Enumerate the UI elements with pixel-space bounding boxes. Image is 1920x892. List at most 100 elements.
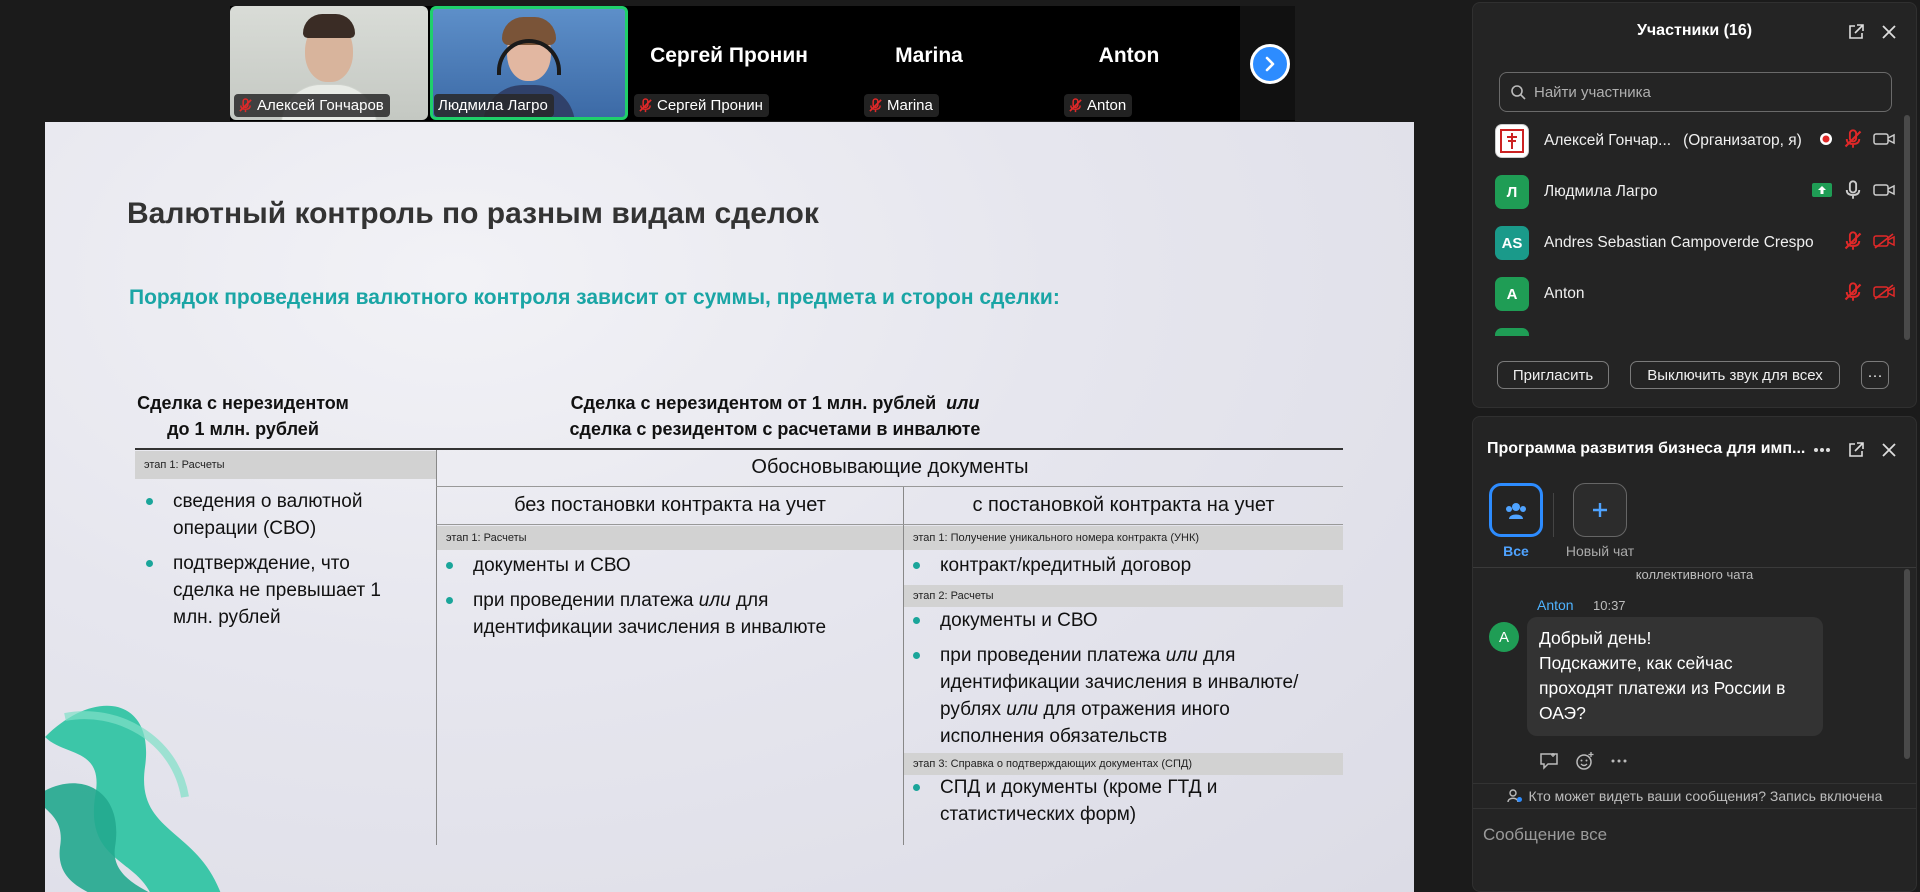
docs-title: Обосновывающие документы	[751, 456, 1029, 478]
tile-label: Anton	[1064, 94, 1133, 117]
stage-band: этап 3: Справка о подтверждающих докумен…	[904, 753, 1343, 775]
message-time: 10:37	[1593, 598, 1626, 613]
camera-icon[interactable]	[1873, 181, 1895, 199]
close-button[interactable]	[1878, 21, 1900, 43]
bullet-italic: или	[698, 590, 731, 611]
stage-band: этап 1: Расчеты	[437, 526, 903, 550]
group-icon	[1506, 503, 1526, 519]
avatar: A	[1489, 622, 1519, 652]
tile-display-name: Anton	[1098, 44, 1160, 67]
participants-scrollbar[interactable]	[1904, 115, 1910, 340]
video-tile-2[interactable]: Людмила Лагро	[430, 6, 628, 120]
mic-muted-icon[interactable]	[1843, 129, 1863, 149]
chat-system-message: коллективного чата	[1635, 567, 1754, 582]
mute-all-button[interactable]: Выключить звук для всех	[1630, 361, 1840, 389]
participant-name: Andres Sebastian Campoverde Crespo	[1544, 234, 1814, 251]
mic-muted-icon	[239, 98, 252, 113]
participant-controls	[1843, 282, 1895, 302]
right-header-line2: сделка с резидентом с расчетами в инвалю…	[569, 419, 981, 439]
mic-icon[interactable]	[1843, 180, 1863, 200]
tile-label: Людмила Лагро	[434, 94, 554, 117]
stage-band: этап 1: Расчеты	[135, 451, 436, 479]
tile-label: Алексей Гончаров	[234, 94, 390, 117]
reply-icon[interactable]	[1539, 752, 1559, 770]
chat-close-button[interactable]	[1878, 439, 1900, 461]
chat-channel-new[interactable]: Новый чат	[1565, 483, 1635, 559]
chat-scrollbar[interactable]	[1904, 569, 1910, 759]
recording-icon	[1820, 133, 1832, 145]
more-icon	[1814, 448, 1830, 452]
mid-bullet-list: документы и СВО при проведении платежа и…	[443, 552, 883, 649]
right-column-title: с постановкой контракта на учет	[972, 494, 1275, 516]
video-tile-3[interactable]: Сергей Пронин Сергей Пронин	[630, 6, 828, 120]
right-stage3-list: СПД и документы (кроме ГТД и статистичес…	[910, 774, 1330, 836]
meeting-stage: Алексей Гончаров Людмила Лагро Сергей Пр…	[0, 0, 1470, 892]
decorative-ribbon-graphic	[45, 705, 221, 892]
participant-controls	[1843, 231, 1895, 251]
chat-visibility-notice[interactable]: Кто может видеть ваши сообщения? Запись …	[1473, 783, 1916, 809]
avatar	[1495, 124, 1529, 158]
right-header-italic: или	[946, 393, 980, 413]
table-rule	[436, 486, 1343, 487]
invite-button[interactable]: Пригласить	[1497, 361, 1609, 389]
participants-pane: Участники (16) Алексей Гончар... (Органи…	[1472, 2, 1917, 408]
chat-popout-button[interactable]	[1845, 439, 1867, 461]
participant-search[interactable]	[1499, 72, 1892, 112]
emoji-reaction-icon[interactable]	[1575, 751, 1595, 771]
gallery-next-button[interactable]	[1250, 44, 1290, 84]
video-tile-4[interactable]: Marina Marina	[830, 6, 1028, 120]
message-line: Добрый день!	[1539, 628, 1652, 648]
avatar: Л	[1495, 175, 1529, 209]
avatar: AS	[1495, 226, 1529, 260]
mic-muted-icon	[1069, 98, 1082, 113]
participant-row[interactable]: Алексей Гончар... (Организатор, я)	[1495, 121, 1895, 161]
participant-row[interactable]: Л Людмила Лагро	[1495, 172, 1895, 212]
more-options-button[interactable]: ···	[1861, 361, 1889, 389]
participant-row[interactable]: A Anton	[1495, 274, 1895, 314]
popout-button[interactable]	[1845, 21, 1867, 43]
screen-share-icon	[1812, 183, 1832, 197]
right-header-line1: Сделка с нерезидентом от 1 млн. рублей	[570, 393, 937, 413]
participant-name: Людмила Лагро	[1544, 183, 1658, 200]
chat-channel-all[interactable]: Все	[1481, 483, 1551, 559]
stage-band: этап 2: Расчеты	[904, 585, 1343, 607]
channel-label: Все	[1503, 543, 1529, 559]
slide-subtitle: Порядок проведения валютного контроля за…	[129, 286, 1060, 309]
chat-notice-text: Кто может видеть ваши сообщения? Запись …	[1528, 788, 1883, 804]
video-tile-1[interactable]: Алексей Гончаров	[230, 6, 428, 120]
channel-button[interactable]	[1489, 483, 1543, 537]
right-header-line1-wrap: Сделка с нерезидентом от 1 млн. рублей и…	[525, 390, 1025, 416]
mic-muted-icon[interactable]	[1843, 282, 1863, 302]
channel-button[interactable]	[1573, 483, 1627, 537]
stage-band: этап 1: Получение уникального номера кон…	[904, 526, 1343, 550]
camera-off-icon[interactable]	[1873, 232, 1895, 250]
video-gallery: Алексей Гончаров Людмила Лагро Сергей Пр…	[230, 6, 1295, 121]
video-tile-5[interactable]: Anton Anton	[1030, 6, 1228, 120]
message-actions	[1539, 751, 1627, 771]
side-panel: Участники (16) Алексей Гончар... (Органи…	[1470, 0, 1920, 892]
more-icon[interactable]	[1611, 758, 1627, 764]
participant-row-partial	[1495, 328, 1529, 336]
mic-muted-icon[interactable]	[1843, 231, 1863, 251]
tile-label: Сергей Пронин	[634, 94, 769, 117]
mid-column-title: без постановки контракта на учет	[514, 494, 826, 516]
bullet-italic: или	[1165, 645, 1198, 666]
chat-more-button[interactable]	[1811, 439, 1833, 461]
tile-name: Marina	[887, 97, 933, 114]
table-top-rule	[135, 448, 1343, 450]
bullet-italic: или	[1006, 699, 1039, 720]
camera-icon[interactable]	[1873, 130, 1895, 148]
camera-off-icon[interactable]	[1873, 283, 1895, 301]
bullet-item: подтверждение, что сделка не превышает 1…	[143, 550, 408, 631]
chat-pane: Программа развития бизнеса для имп... Вс…	[1472, 416, 1917, 892]
participant-row[interactable]: AS Andres Sebastian Campoverde Crespo	[1495, 223, 1895, 263]
tile-name: Anton	[1087, 97, 1127, 114]
chat-message[interactable]: Добрый день! Подскажите, как сейчас прох…	[1527, 617, 1823, 736]
chevron-right-icon	[1265, 56, 1275, 72]
bullet-text: при проведении платежа	[940, 645, 1166, 666]
chat-message-input[interactable]	[1483, 815, 1903, 855]
organization-logo-icon	[1500, 129, 1524, 153]
participant-search-input[interactable]	[1534, 83, 1874, 101]
shared-slide: Валютный контроль по разным видам сделок…	[45, 122, 1414, 892]
message-sender[interactable]: Anton	[1537, 597, 1574, 613]
